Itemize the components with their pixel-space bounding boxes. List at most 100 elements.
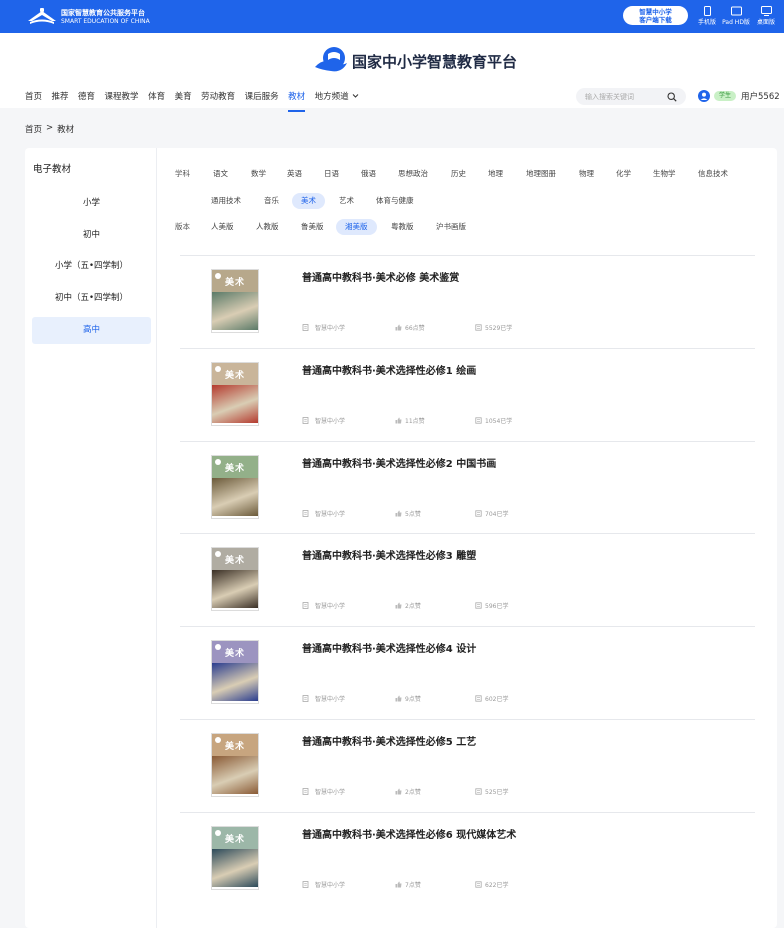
subject-chip[interactable]: 信息技术	[689, 166, 737, 182]
sidebar-item-primary[interactable]: 小学	[32, 190, 151, 217]
version-chip[interactable]: 沪书画版	[427, 219, 475, 235]
desktop-version-link[interactable]: 桌面版	[754, 6, 778, 26]
breadcrumb-current: 教材	[57, 125, 75, 135]
sidebar-item-primary-54[interactable]: 小学（五•四学制）	[32, 253, 151, 280]
breadcrumb-home[interactable]: 首页	[25, 123, 42, 135]
nav-after-school[interactable]: 课后服务	[245, 90, 279, 104]
subject-chip[interactable]: 地理图册	[517, 166, 565, 182]
content-card: 电子教材 小学 初中 小学（五•四学制） 初中（五•四学制） 高中 学科 语文 …	[25, 148, 777, 928]
book-title[interactable]: 普通高中教科书·美术必修 美术鉴赏	[302, 269, 459, 284]
book-cover[interactable]: 美术	[211, 269, 259, 333]
book-learners: 704已学	[475, 509, 508, 518]
subject-chip[interactable]: 通用技术	[202, 193, 250, 209]
cover-title: 美术	[224, 742, 245, 752]
book-item[interactable]: 美术 普通高中教科书·美术选择性必修4 设计 智慧中小学 9点赞 602已学	[180, 626, 755, 719]
nav-arts[interactable]: 美育	[175, 90, 192, 104]
sidebar-item-junior-54[interactable]: 初中（五•四学制）	[32, 285, 151, 312]
book-title[interactable]: 普通高中教科书·美术选择性必修3 雕塑	[302, 547, 476, 562]
subject-chip[interactable]: 艺术	[330, 193, 363, 209]
book-item[interactable]: 美术 普通高中教科书·美术必修 美术鉴赏 智慧中小学 66点赞 5529已学	[180, 255, 755, 348]
book-title[interactable]: 普通高中教科书·美术选择性必修6 现代媒体艺术	[302, 826, 516, 841]
book-title[interactable]: 普通高中教科书·美术选择性必修1 绘画	[302, 362, 476, 377]
subject-chip[interactable]: 思想政治	[389, 166, 437, 182]
book-cover[interactable]: 美术	[211, 454, 259, 519]
nav-recommend[interactable]: 推荐	[52, 90, 69, 104]
search-box	[576, 88, 686, 105]
book-item[interactable]: 美术 普通高中教科书·美术选择性必修6 现代媒体艺术智慧中小学 7点赞 622已学	[180, 811, 755, 905]
version-chip[interactable]: 人教版	[247, 219, 288, 235]
version-chip-active[interactable]: 湘美版	[336, 219, 377, 235]
subject-chip[interactable]: 地理	[479, 166, 512, 182]
mobile-version-link[interactable]: 手机版	[695, 6, 719, 26]
book-cover[interactable]: 美术	[211, 733, 259, 797]
nav-courses[interactable]: 课程教学	[105, 90, 139, 104]
book-item[interactable]: 美术 普通高中教科书·美术选择性必修1 绘画 智慧中小学 11点赞 1054已学	[180, 347, 755, 441]
subject-chip[interactable]: 俄语	[352, 166, 385, 182]
subject-chip-active[interactable]: 美术	[292, 193, 325, 209]
subject-chip[interactable]: 历史	[442, 166, 475, 182]
subject-label: 学科	[175, 169, 190, 178]
book-title[interactable]: 普通高中教科书·美术选择性必修2 中国书画	[302, 455, 496, 470]
learners-count: 704已学	[485, 510, 509, 518]
site-name-en: SMART EDUCATION OF CHINA	[61, 18, 150, 25]
site-name: 国家智慧教育公共服务平台	[61, 9, 145, 17]
nav-sports[interactable]: 体育	[148, 90, 165, 104]
book-item[interactable]: 美术 普通高中教科书·美术选择性必修2 中国书画智慧中小学 5点赞 704已学	[180, 440, 755, 534]
version-chip[interactable]: 粤教版	[382, 219, 423, 235]
client-download-button[interactable]: 智慧中小学 客户端下载	[623, 6, 688, 25]
source-label: 智慧中小学	[315, 510, 346, 518]
book-cover[interactable]: 美术	[211, 361, 259, 426]
nav-local-channel[interactable]: 地方频道	[315, 90, 359, 104]
sidebar-item-junior[interactable]: 初中	[32, 222, 151, 249]
cover-artwork	[212, 570, 258, 609]
search-icon[interactable]	[667, 92, 677, 102]
book-likes: 5点赞	[395, 509, 421, 518]
device-label: 手机版	[697, 19, 716, 26]
subject-chip[interactable]: 数学	[242, 166, 275, 182]
book-item[interactable]: 美术 普通高中教科书·美术选择性必修5 工艺智慧中小学 2点赞 525已学	[180, 719, 755, 812]
page-title: 国家中小学智慧教育平台	[352, 53, 518, 71]
likes-count: 9点赞	[405, 696, 421, 704]
book-item[interactable]: 美术 普通高中教科书·美术选择性必修3 雕塑 智慧中小学 2点赞 596已学	[180, 533, 755, 626]
platform-logo-icon[interactable]	[26, 7, 58, 26]
book-likes: 66点赞	[395, 323, 425, 332]
pad-version-link[interactable]: Pad HD版	[721, 6, 751, 26]
book-cover[interactable]: 美术	[211, 825, 259, 890]
subject-chip[interactable]: 物理	[570, 166, 603, 182]
cover-artwork	[212, 292, 258, 330]
book-title[interactable]: 普通高中教科书·美术选择性必修4 设计	[302, 640, 476, 655]
book-source: 智慧中小学	[302, 880, 345, 889]
user-avatar-icon[interactable]	[698, 90, 710, 102]
subject-chip[interactable]: 化学	[607, 166, 640, 182]
version-chip[interactable]: 人美版	[202, 219, 243, 235]
book-learners: 525已学	[475, 787, 508, 796]
nav-labor[interactable]: 劳动教育	[201, 90, 235, 104]
document-icon	[302, 695, 309, 703]
subject-chip[interactable]: 日语	[315, 166, 348, 182]
likes-count: 2点赞	[405, 789, 421, 796]
likes-count: 7点赞	[405, 881, 421, 889]
book-cover[interactable]: 美术	[211, 640, 259, 705]
subject-chip[interactable]: 语文	[204, 166, 237, 182]
subject-chip[interactable]: 英语	[278, 166, 311, 182]
nav-moral[interactable]: 德育	[78, 90, 95, 104]
book-cover[interactable]: 美术	[211, 547, 259, 612]
subject-chip[interactable]: 音乐	[255, 193, 288, 209]
source-label: 智慧中小学	[315, 696, 346, 704]
cover-title: 美术	[224, 649, 245, 660]
nav-home[interactable]: 首页	[25, 90, 42, 104]
sidebar-item-senior[interactable]: 高中	[32, 317, 151, 344]
document-icon	[302, 602, 309, 610]
username[interactable]: 用户5562	[741, 90, 780, 102]
nav-textbooks[interactable]: 教材	[288, 90, 306, 112]
version-chip[interactable]: 鲁美版	[292, 219, 333, 235]
source-label: 智慧中小学	[315, 789, 346, 796]
search-input[interactable]	[585, 91, 665, 102]
platform-logo-icon[interactable]	[314, 45, 348, 75]
nav-local-label: 地方频道	[314, 92, 349, 102]
book-title[interactable]: 普通高中教科书·美术选择性必修5 工艺	[302, 733, 476, 748]
learners-count: 622已学	[485, 881, 509, 889]
subject-chip[interactable]: 体育与健康	[367, 193, 423, 209]
breadcrumb-separator: >	[46, 123, 54, 133]
subject-chip[interactable]: 生物学	[644, 166, 685, 182]
